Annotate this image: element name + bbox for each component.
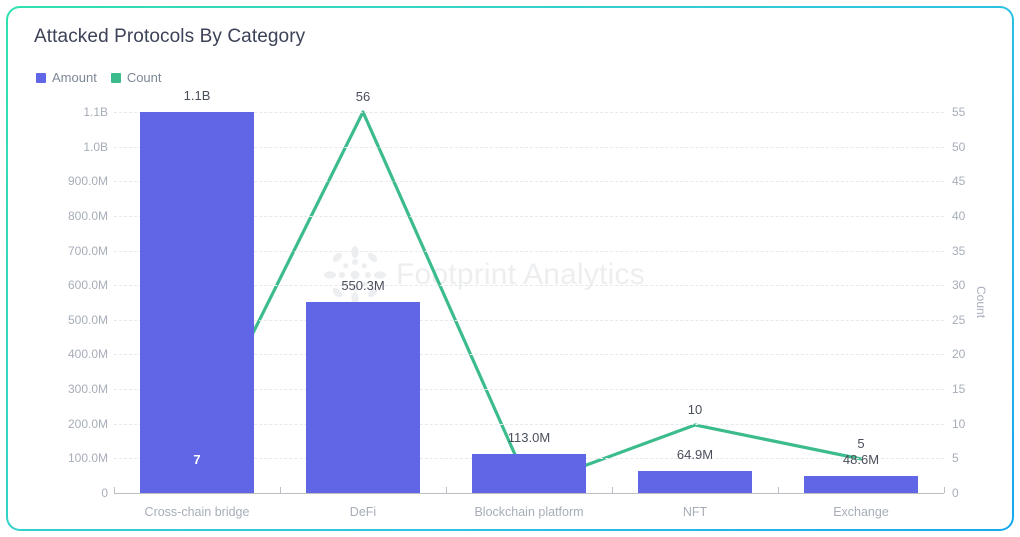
line-value-label: 5 xyxy=(857,435,865,451)
y-axis-left-tick: 1.1B xyxy=(83,105,108,119)
line-value-label: 1 xyxy=(525,493,533,509)
y-axis-right-tick: 25 xyxy=(952,312,966,327)
x-axis-label: Cross-chain bridge xyxy=(144,505,250,519)
chart-plot: 0 100.0M 200.0M 300.0M 400.0M 500.0M 600.0M 700… xyxy=(8,8,1012,529)
y-axis-right-tick: 35 xyxy=(952,243,966,258)
y-axis-right-tick: 40 xyxy=(952,208,966,223)
y-axis-left-tick: 1.0B xyxy=(83,139,108,154)
line-value-label: 7 xyxy=(193,452,201,468)
y-axis-left-tick: 800.0M xyxy=(67,208,108,223)
y-axis-left-tick: 0 xyxy=(101,486,108,500)
y-axis-right-tick: 0 xyxy=(952,486,959,500)
bar-value-label: 113.0M xyxy=(507,429,551,445)
bar-amount[interactable] xyxy=(472,453,586,493)
bar-amount[interactable] xyxy=(306,302,420,493)
y-axis-right-tick: 55 xyxy=(952,105,966,119)
y-axis-right-tick: 20 xyxy=(952,347,966,362)
bar-value-label: 550.3M xyxy=(341,278,385,294)
y-axis-right-tick: 5 xyxy=(952,451,959,466)
chart-card: Attacked Protocols By Category Amount Co… xyxy=(6,6,1014,531)
bar-value-label: 64.9M xyxy=(676,446,714,462)
line-value-label: 10 xyxy=(687,401,703,417)
y-axis-left-tick: 600.0M xyxy=(67,278,108,293)
y-axis-left-tick: 500.0M xyxy=(67,312,108,327)
line-value-label: 56 xyxy=(355,89,371,104)
y-axis-left-tick: 100.0M xyxy=(67,451,108,466)
x-axis-label: DeFi xyxy=(349,505,377,519)
y-axis-right: 0 5 10 15 20 25 30 35 40 45 50 55 xyxy=(952,8,1002,529)
y-axis-right-tick: 45 xyxy=(952,174,966,189)
bar-amount[interactable] xyxy=(140,112,254,493)
y-axis-left: 0 100.0M 200.0M 300.0M 400.0M 500.0M 600.0M 700… xyxy=(28,8,108,529)
bar-value-label: 1.1B xyxy=(183,88,211,103)
x-axis-tick xyxy=(944,487,945,493)
y-axis-right-tick: 15 xyxy=(952,382,966,397)
x-axis-label: NFT xyxy=(682,505,708,519)
y-axis-left-tick: 200.0M xyxy=(67,416,108,431)
y-axis-left-tick: 300.0M xyxy=(67,382,108,397)
y-axis-left-tick: 900.0M xyxy=(67,174,108,189)
x-axis-tick xyxy=(446,487,447,493)
x-axis-tick xyxy=(612,487,613,493)
y-axis-right-title: Count xyxy=(974,286,988,319)
y-axis-left-tick: 400.0M xyxy=(67,347,108,362)
x-axis-tick xyxy=(114,487,115,493)
bar-value-label: 48.6M xyxy=(842,452,880,468)
x-axis-tick xyxy=(280,487,281,493)
bar-amount[interactable] xyxy=(804,476,918,493)
bar-amount[interactable] xyxy=(638,470,752,493)
y-axis-left-tick: 700.0M xyxy=(67,243,108,258)
x-axis-tick xyxy=(778,487,779,493)
x-axis-label: Exchange xyxy=(833,505,889,519)
y-axis-right-tick: 30 xyxy=(952,278,966,293)
y-axis-right-tick: 10 xyxy=(952,416,966,431)
chart-card-inner: Attacked Protocols By Category Amount Co… xyxy=(8,8,1012,529)
y-axis-right-tick: 50 xyxy=(952,139,966,154)
